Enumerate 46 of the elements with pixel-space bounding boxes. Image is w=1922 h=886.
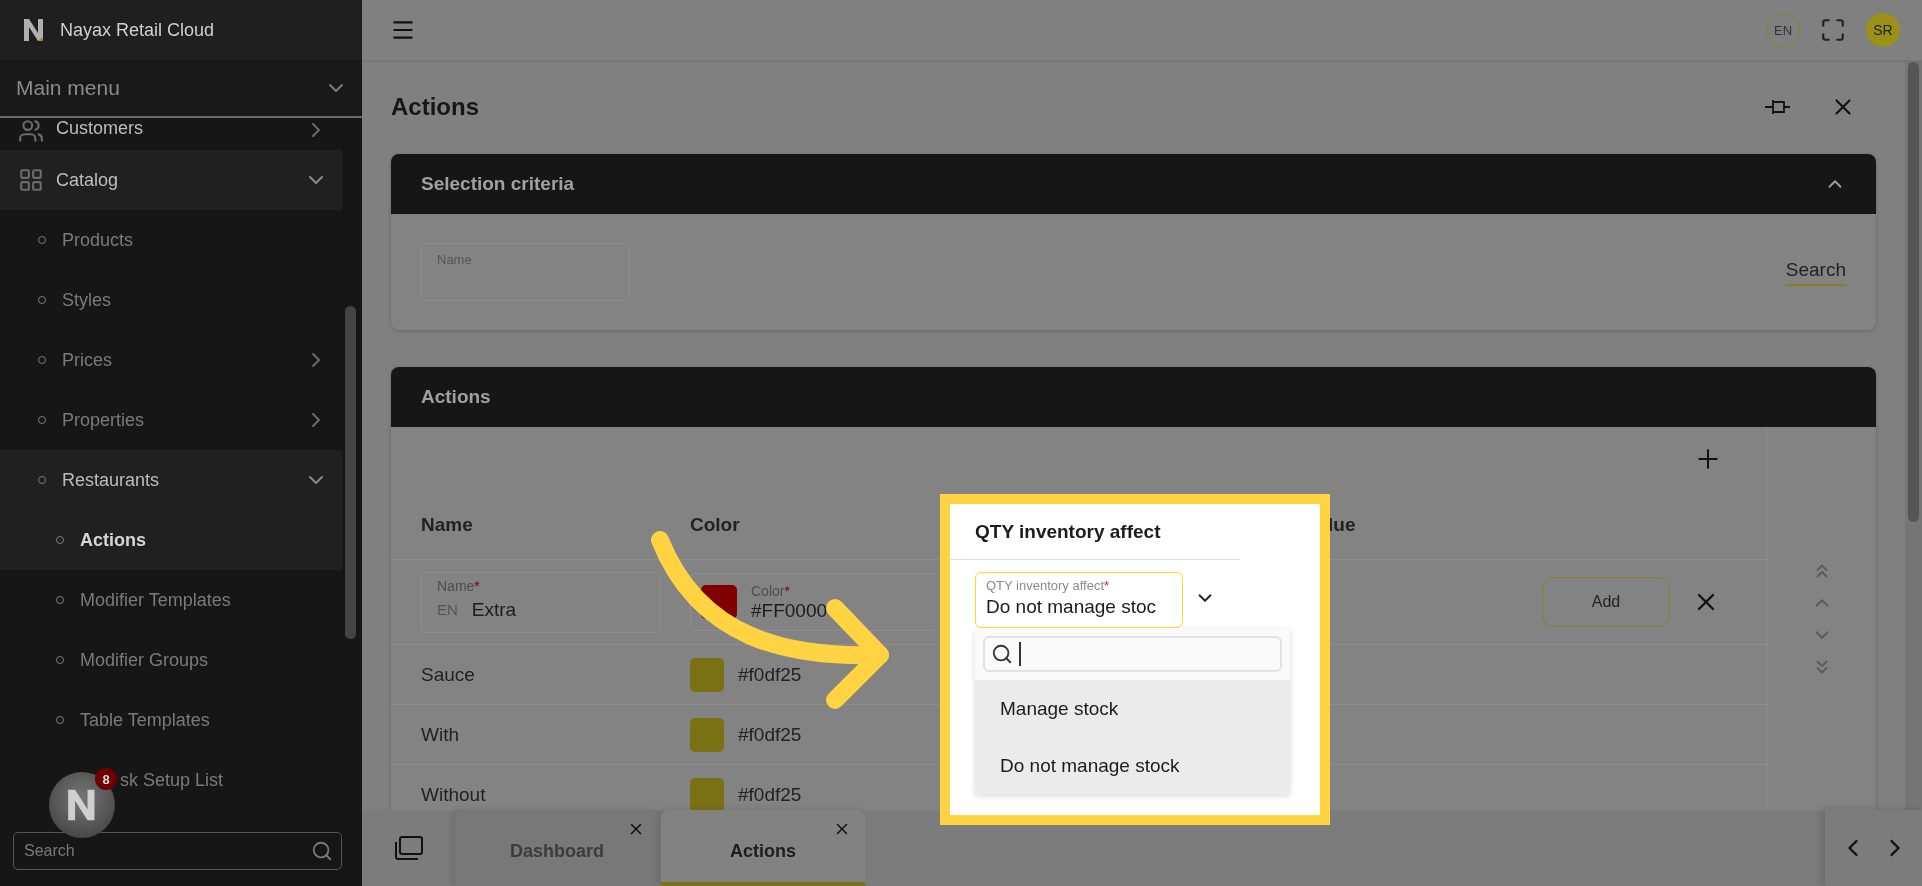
add-button[interactable]: Add <box>1542 577 1670 627</box>
sidebar-item[interactable]: Customers <box>0 118 342 150</box>
sidebar-item[interactable]: Actions <box>0 510 342 570</box>
table-cell: #f0df25 <box>738 723 802 746</box>
table-cell: #f0df25 <box>738 783 802 806</box>
user-avatar[interactable]: SR <box>1866 13 1900 47</box>
table-cell: #f0df25 <box>738 663 802 686</box>
pin-icon[interactable] <box>1764 97 1792 117</box>
search-field[interactable] <box>983 636 1282 672</box>
users-icon <box>18 118 44 144</box>
sidebar-item[interactable]: Modifier Templates <box>0 570 342 630</box>
brand-name: Nayax Retail Cloud <box>60 19 215 41</box>
sidebar-item[interactable]: sk Setup List <box>120 750 342 810</box>
table-cell-text: Without <box>421 783 487 806</box>
sidebar-item[interactable]: Modifier Groups <box>0 630 342 690</box>
search-field[interactable]: Search <box>13 832 342 870</box>
fullscreen-icon[interactable] <box>1820 17 1846 43</box>
notification-badge: 8 <box>95 768 117 790</box>
table-cell-text: Sauce <box>421 663 476 686</box>
column-header: Color <box>690 513 741 536</box>
card-header[interactable]: Selection criteria <box>391 154 1876 214</box>
card-header: Actions <box>391 367 1876 427</box>
sidebar-item[interactable]: Prices <box>0 330 342 390</box>
column-header: Name <box>421 513 474 536</box>
text-cursor <box>1019 642 1021 666</box>
sidebar-item[interactable]: Properties <box>0 390 342 450</box>
tab[interactable]: Actions <box>661 810 865 886</box>
tab[interactable]: Dashboard <box>455 810 659 886</box>
sidebar-item[interactable]: Styles <box>0 270 342 330</box>
sidebar-item[interactable]: Table Templates <box>0 690 342 750</box>
search-button[interactable]: Search <box>1785 258 1846 286</box>
dropdown-option[interactable]: Do not manage stock <box>975 737 1290 794</box>
search-icon <box>991 643 1013 665</box>
windows-icon[interactable] <box>393 835 424 861</box>
dropdown-option[interactable]: Manage stock <box>975 680 1290 737</box>
scrollbar[interactable] <box>345 306 356 639</box>
grid-icon <box>18 167 44 193</box>
table-cell-text: With <box>421 723 460 746</box>
sidebar-item[interactable]: Catalog <box>0 150 342 210</box>
logo-icon <box>22 17 46 43</box>
scrollbar[interactable] <box>1908 62 1919 522</box>
column-header: QTY inventory affect <box>975 520 1161 543</box>
page-title: Actions <box>391 93 479 121</box>
sidebar-item[interactable]: Restaurants <box>0 450 342 510</box>
search-icon <box>311 840 333 862</box>
sidebar-item[interactable]: Products <box>0 210 342 270</box>
